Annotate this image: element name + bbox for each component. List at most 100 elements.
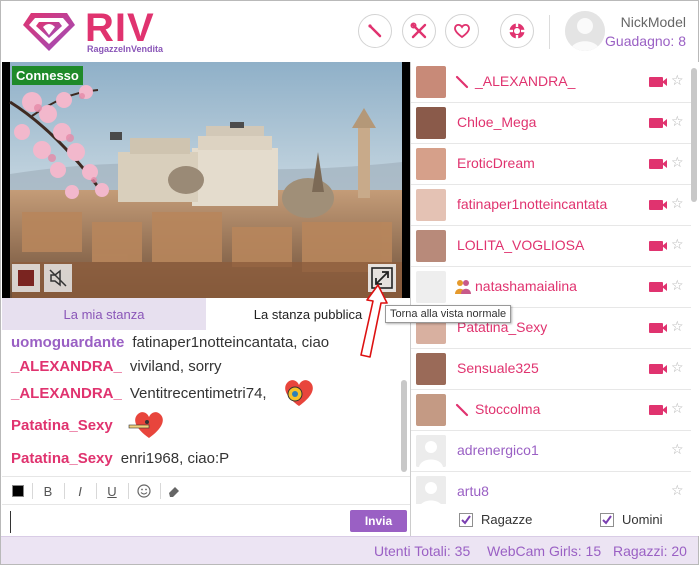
user-filters: Ragazze Uomini — [410, 504, 699, 536]
chat-messages[interactable]: uomoguardante fatinaper1notteincantata, … — [2, 330, 410, 476]
favorite-star-icon[interactable]: ☆ — [671, 441, 684, 458]
user-name[interactable]: LOLITA_VOGLIOSA — [457, 237, 584, 253]
magic-wand-button[interactable] — [358, 14, 392, 48]
bold-button[interactable]: B — [38, 481, 58, 501]
underline-button[interactable]: U — [102, 481, 122, 501]
user-list[interactable]: _ALEXANDRA_ ☆ Chloe_Mega ☆ EroticDream ☆ fatin… — [410, 62, 699, 504]
send-button[interactable]: Invia — [350, 510, 407, 532]
user-list-item[interactable]: Chloe_Mega ☆ — [411, 103, 691, 144]
chat-nick[interactable]: uomoguardante — [11, 334, 124, 351]
webcam-icon[interactable] — [649, 405, 667, 415]
favorite-star-icon[interactable]: ☆ — [671, 277, 684, 294]
chat-nick[interactable]: _ALEXANDRA_ — [11, 385, 122, 402]
user-thumbnail[interactable] — [416, 353, 446, 385]
diamond-logo-icon — [23, 13, 75, 51]
user-thumbnail[interactable] — [416, 230, 446, 262]
user-list-item[interactable]: Sensuale325 ☆ — [411, 349, 691, 390]
toolbar-separator — [32, 483, 33, 499]
user-list-item[interactable]: EroticDream ☆ — [411, 144, 691, 185]
brand-tagline: RagazzeInVendita — [87, 44, 164, 54]
video-player[interactable]: Connesso — [2, 62, 410, 298]
connection-status-badge: Connesso — [12, 66, 83, 85]
user-list-item[interactable]: natashamaialina ☆ — [411, 267, 691, 308]
user-name[interactable]: Sensuale325 — [457, 360, 539, 376]
message-input[interactable] — [10, 511, 340, 533]
chat-nick[interactable]: Patatina_Sexy — [11, 450, 113, 467]
mute-button[interactable] — [44, 264, 72, 292]
help-button[interactable] — [500, 14, 534, 48]
user-name[interactable]: artu8 — [457, 483, 489, 499]
logo[interactable]: RIV RagazzeInVendita — [21, 6, 171, 57]
user-list-item[interactable]: fatinaper1notteincantata ☆ — [411, 185, 691, 226]
user-thumbnail[interactable] — [416, 148, 446, 180]
chat-scrollbar[interactable] — [401, 380, 407, 472]
user-name[interactable]: EroticDream — [457, 155, 535, 171]
chat-message: uomoguardante fatinaper1notteincantata, … — [11, 330, 329, 354]
favorite-star-icon[interactable]: ☆ — [671, 72, 684, 89]
tools-button[interactable] — [402, 14, 436, 48]
user-name[interactable]: fatinaper1notteincantata — [457, 196, 607, 212]
italic-button[interactable]: I — [70, 481, 90, 501]
emoji-button[interactable] — [134, 481, 154, 501]
user-thumbnail[interactable] — [416, 394, 446, 426]
user-list-item[interactable]: Stoccolma ☆ — [411, 390, 691, 431]
chat-message: _ALEXANDRA_ Ventitrecentimetri74, — [11, 378, 315, 408]
webcam-icon[interactable] — [649, 77, 667, 87]
user-name[interactable]: _ALEXANDRA_ — [475, 73, 575, 89]
user-thumbnail[interactable] — [416, 271, 446, 303]
user-avatar[interactable] — [565, 11, 605, 51]
user-name[interactable]: Stoccolma — [475, 401, 540, 417]
favorite-star-icon[interactable]: ☆ — [671, 359, 684, 376]
webcam-icon[interactable] — [649, 323, 667, 333]
user-thumbnail[interactable] — [416, 435, 446, 467]
webcam-icon[interactable] — [649, 364, 667, 374]
user-list-item[interactable]: artu8 ☆ — [411, 472, 691, 504]
favorite-star-icon[interactable]: ☆ — [671, 154, 684, 171]
webcam-icon[interactable] — [649, 282, 667, 292]
brand-name: RIV — [85, 6, 155, 50]
user-placeholder-icon — [416, 435, 446, 467]
user-thumbnail[interactable] — [416, 107, 446, 139]
kiss-heart-icon — [284, 380, 313, 406]
webcam-icon[interactable] — [649, 200, 667, 210]
user-list-item[interactable]: adrenergico1 ☆ — [411, 431, 691, 472]
user-list-item[interactable]: LOLITA_VOGLIOSA ☆ — [411, 226, 691, 267]
user-name[interactable]: Chloe_Mega — [457, 114, 536, 130]
favorite-star-icon[interactable]: ☆ — [671, 195, 684, 212]
user-name[interactable]: adrenergico1 — [457, 442, 539, 458]
speaker-muted-icon — [49, 269, 67, 287]
user-list-item[interactable]: _ALEXANDRA_ ☆ — [411, 62, 691, 103]
chat-text: viviland, sorry — [129, 357, 222, 375]
room-tabs: La mia stanza La stanza pubblica — [2, 298, 410, 330]
user-thumbnail[interactable] — [416, 66, 446, 98]
chat-text: fatinaper1notteincantata, ciao — [132, 333, 330, 351]
favorite-star-icon[interactable]: ☆ — [671, 113, 684, 130]
girls-checkbox[interactable] — [459, 513, 473, 527]
tab-my-room[interactable]: La mia stanza — [2, 298, 206, 330]
webcam-icon[interactable] — [649, 118, 667, 128]
webcam-icon[interactable] — [649, 159, 667, 169]
user-thumbnail[interactable] — [416, 189, 446, 221]
clear-format-button[interactable] — [164, 481, 184, 501]
stop-button[interactable] — [12, 264, 40, 292]
user-avatar-icon — [565, 11, 605, 51]
tooltip: Torna alla vista normale — [385, 305, 512, 323]
couple-icon — [455, 278, 471, 299]
men-checkbox[interactable] — [600, 513, 614, 527]
favorite-star-icon[interactable]: ☆ — [671, 400, 684, 417]
magic-wand-icon — [368, 24, 382, 38]
smoking-heart-icon — [128, 412, 163, 438]
chat-nick[interactable]: _ALEXANDRA_ — [11, 358, 122, 375]
user-list-scrollbar[interactable] — [691, 68, 697, 202]
favorite-star-icon[interactable]: ☆ — [671, 482, 684, 499]
username: NickModel — [620, 14, 686, 30]
user-thumbnail[interactable] — [416, 476, 446, 504]
favorites-button[interactable] — [445, 14, 479, 48]
stop-icon — [18, 270, 34, 286]
favorite-star-icon[interactable]: ☆ — [671, 236, 684, 253]
user-name[interactable]: natashamaialina — [475, 278, 577, 294]
color-picker-button[interactable] — [10, 481, 26, 501]
favorite-star-icon[interactable]: ☆ — [671, 318, 684, 335]
chat-nick[interactable]: Patatina_Sexy — [11, 417, 113, 434]
webcam-icon[interactable] — [649, 241, 667, 251]
